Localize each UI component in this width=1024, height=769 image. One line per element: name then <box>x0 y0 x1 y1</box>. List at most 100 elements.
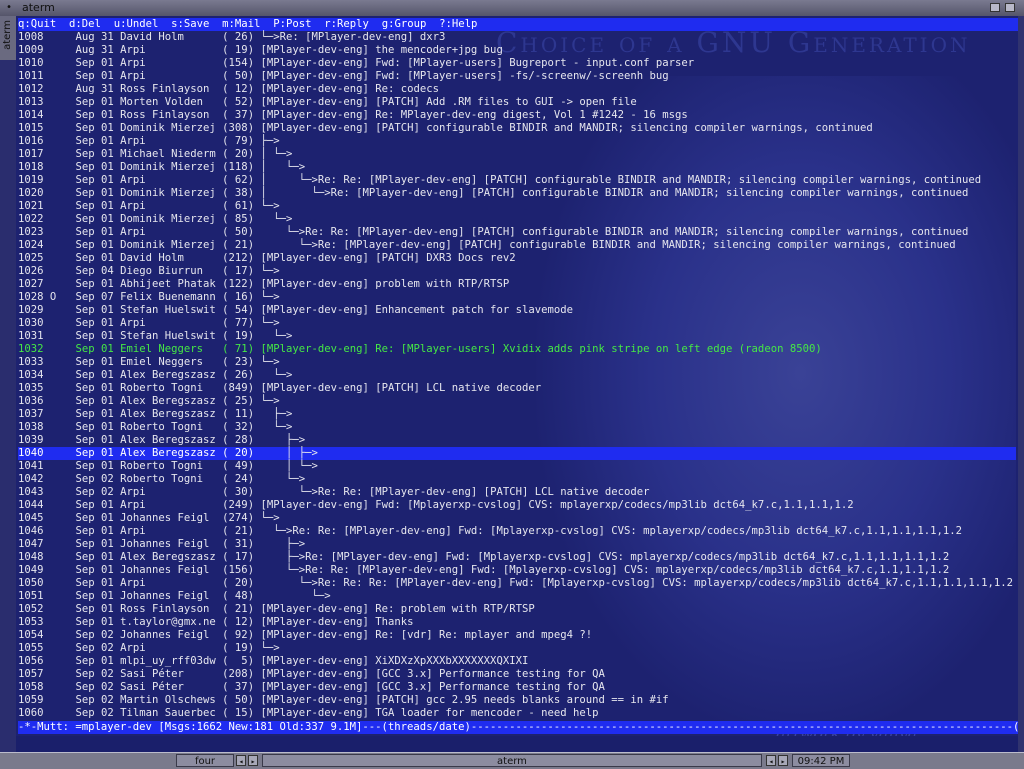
desktop-pager[interactable]: four <box>176 754 234 767</box>
message-row[interactable]: 1054 Sep 02 Johannes Feigl ( 92) [MPlaye… <box>18 629 1016 642</box>
message-row[interactable]: 1029 Sep 01 Stefan Huelswit ( 54) [MPlay… <box>18 304 1016 317</box>
message-date: Sep 01 <box>75 369 114 381</box>
message-date: Sep 04 <box>75 265 114 277</box>
message-number: 1034 <box>18 369 44 381</box>
message-row[interactable]: 1043 Sep 02 Arpi ( 30) └─>Re: Re: [MPlay… <box>18 486 1016 499</box>
terminal[interactable]: Choice of a GNU Generation artwork by va… <box>16 16 1018 736</box>
message-row[interactable]: 1024 Sep 01 Dominik Mierzej ( 21) └─>Re:… <box>18 239 1016 252</box>
message-row[interactable]: 1031 Sep 01 Stefan Huelswit ( 19) └─> <box>18 330 1016 343</box>
message-row[interactable]: 1025 Sep 01 David Holm (212) [MPlayer-de… <box>18 252 1016 265</box>
minimize-button[interactable] <box>990 3 1000 12</box>
message-author: Roberto Togni <box>120 382 216 394</box>
message-date: Sep 01 <box>75 434 114 446</box>
window-side-tab[interactable]: aterm <box>0 16 17 60</box>
message-size: 54 <box>228 304 248 316</box>
message-subject: [MPlayer-dev-eng] [PATCH] configurable B… <box>260 122 873 134</box>
message-row[interactable]: 1010 Sep 01 Arpi (154) [MPlayer-dev-eng]… <box>18 57 1016 70</box>
message-row[interactable]: 1041 Sep 01 Roberto Togni ( 49) │ └─> <box>18 460 1016 473</box>
message-row[interactable]: 1051 Sep 01 Johannes Feigl ( 48) └─> <box>18 590 1016 603</box>
message-row[interactable]: 1013 Sep 01 Morten Volden ( 52) [MPlayer… <box>18 96 1016 109</box>
message-row[interactable]: 1028 O Sep 07 Felix Buenemann ( 16) └─> <box>18 291 1016 304</box>
message-row[interactable]: 1030 Sep 01 Arpi ( 77) └─> <box>18 317 1016 330</box>
message-date: Sep 01 <box>75 408 114 420</box>
message-row[interactable]: 1020 Sep 01 Dominik Mierzej ( 38) │ └─>R… <box>18 187 1016 200</box>
message-row[interactable]: 1040 Sep 01 Alex Beregszasz ( 20) │ ├─> <box>18 447 1016 460</box>
task-button-aterm[interactable]: aterm <box>262 754 762 767</box>
window-menu-icon[interactable]: • <box>6 2 12 13</box>
message-size: 92 <box>228 629 248 641</box>
terminal-scrollbar[interactable] <box>1018 16 1024 752</box>
message-number: 1052 <box>18 603 44 615</box>
message-row[interactable]: 1034 Sep 01 Alex Beregszasz ( 26) └─> <box>18 369 1016 382</box>
message-author: Stefan Huelswit <box>120 304 216 316</box>
message-row[interactable]: 1060 Sep 02 Tilman Sauerbec ( 15) [MPlay… <box>18 707 1016 720</box>
message-row[interactable]: 1027 Sep 01 Abhijeet Phatak (122) [MPlay… <box>18 278 1016 291</box>
message-row[interactable]: 1008 Aug 31 David Holm ( 26) └─>Re: [MPl… <box>18 31 1016 44</box>
message-row[interactable]: 1015 Sep 01 Dominik Mierzej (308) [MPlay… <box>18 122 1016 135</box>
message-row[interactable]: 1048 Sep 01 Alex Beregszasz ( 17) ├─>Re:… <box>18 551 1016 564</box>
message-subject: Re: Re: [MPlayer-dev-eng] [PATCH] config… <box>317 174 982 186</box>
message-date: Sep 01 <box>75 655 114 667</box>
help-key-2: d:Del <box>69 18 101 30</box>
message-row[interactable]: 1044 Sep 01 Arpi (249) [MPlayer-dev-eng]… <box>18 499 1016 512</box>
pager-next-arrow[interactable]: ▸ <box>248 755 258 766</box>
thread-tree: └─> <box>260 291 280 303</box>
message-row[interactable]: 1047 Sep 01 Johannes Feigl ( 31) ├─> <box>18 538 1016 551</box>
message-row[interactable]: 1036 Sep 01 Alex Beregszasz ( 25) └─> <box>18 395 1016 408</box>
message-size: 19 <box>228 44 248 56</box>
message-row[interactable]: 1009 Aug 31 Arpi ( 19) [MPlayer-dev-eng]… <box>18 44 1016 57</box>
message-row[interactable]: 1022 Sep 01 Dominik Mierzej ( 85) └─> <box>18 213 1016 226</box>
window-titlebar[interactable]: • aterm <box>0 0 1024 17</box>
message-row[interactable]: 1017 Sep 01 Michael Niederm ( 20) │ └─> <box>18 148 1016 161</box>
message-row[interactable]: 1019 Sep 01 Arpi ( 62) │ └─>Re: Re: [MPl… <box>18 174 1016 187</box>
pager-prev-arrow[interactable]: ◂ <box>236 755 246 766</box>
message-row[interactable]: 1033 Sep 01 Emiel Neggers ( 23) └─> <box>18 356 1016 369</box>
message-row[interactable]: 1032 Sep 01 Emiel Neggers ( 71) [MPlayer… <box>18 343 1016 356</box>
message-row[interactable]: 1053 Sep 01 t.taylor@gmx.ne ( 12) [MPlay… <box>18 616 1016 629</box>
message-row[interactable]: 1035 Sep 01 Roberto Togni (849) [MPlayer… <box>18 382 1016 395</box>
message-row[interactable]: 1012 Aug 31 Ross Finlayson ( 12) [MPlaye… <box>18 83 1016 96</box>
message-row[interactable]: 1059 Sep 02 Martin Olschews ( 50) [MPlay… <box>18 694 1016 707</box>
message-size: 154 <box>228 57 248 69</box>
message-row[interactable]: 1039 Sep 01 Alex Beregszasz ( 28) ├─> <box>18 434 1016 447</box>
message-row[interactable]: 1037 Sep 01 Alex Beregszasz ( 11) ├─> <box>18 408 1016 421</box>
task-prev-arrow[interactable]: ◂ <box>766 755 776 766</box>
message-row[interactable]: 1016 Sep 01 Arpi ( 79) ├─> <box>18 135 1016 148</box>
message-row[interactable]: 1038 Sep 01 Roberto Togni ( 32) └─> <box>18 421 1016 434</box>
message-row[interactable]: 1026 Sep 04 Diego Biurrun ( 17) └─> <box>18 265 1016 278</box>
message-row[interactable]: 1042 Sep 02 Roberto Togni ( 24) └─> <box>18 473 1016 486</box>
message-row[interactable]: 1057 Sep 02 Sasi Péter (208) [MPlayer-de… <box>18 668 1016 681</box>
message-number: 1047 <box>18 538 44 550</box>
message-number: 1011 <box>18 70 44 82</box>
message-row[interactable]: 1055 Sep 02 Arpi ( 19) └─> <box>18 642 1016 655</box>
message-size: 849 <box>228 382 248 394</box>
message-size: 31 <box>228 538 248 550</box>
message-author: t.taylor@gmx.ne <box>120 616 216 628</box>
message-row[interactable]: 1056 Sep 01 mlpi_uy_rff03dw ( 5) [MPlaye… <box>18 655 1016 668</box>
message-row[interactable]: 1011 Sep 01 Arpi ( 50) [MPlayer-dev-eng]… <box>18 70 1016 83</box>
message-row[interactable]: 1049 Sep 01 Johannes Feigl (156) └─>Re: … <box>18 564 1016 577</box>
message-row[interactable]: 1021 Sep 01 Arpi ( 61) └─> <box>18 200 1016 213</box>
message-date: Sep 01 <box>75 421 114 433</box>
message-subject: [MPlayer-dev-eng] Re: [vdr] Re: mplayer … <box>260 629 593 641</box>
message-row[interactable]: 1058 Sep 02 Sasi Péter ( 37) [MPlayer-de… <box>18 681 1016 694</box>
message-row[interactable]: 1052 Sep 01 Ross Finlayson ( 21) [MPlaye… <box>18 603 1016 616</box>
message-date: Sep 07 <box>75 291 114 303</box>
message-author: Alex Beregszasz <box>120 369 216 381</box>
message-row[interactable]: 1014 Sep 01 Ross Finlayson ( 37) [MPlaye… <box>18 109 1016 122</box>
message-author: Johannes Feigl <box>120 590 216 602</box>
message-row[interactable]: 1018 Sep 01 Dominik Mierzej (118) │ └─> <box>18 161 1016 174</box>
task-next-arrow[interactable]: ▸ <box>778 755 788 766</box>
close-button[interactable] <box>1005 3 1015 12</box>
message-row[interactable]: 1045 Sep 01 Johannes Feigl (274) └─> <box>18 512 1016 525</box>
message-author: Morten Volden <box>120 96 216 108</box>
message-row[interactable]: 1050 Sep 01 Arpi ( 20) └─>Re: Re: Re: [M… <box>18 577 1016 590</box>
message-flag <box>50 382 56 394</box>
thread-tree: │ └─> <box>260 174 318 186</box>
message-row[interactable]: 1023 Sep 01 Arpi ( 50) └─>Re: Re: [MPlay… <box>18 226 1016 239</box>
message-size: 21 <box>228 603 248 615</box>
message-row[interactable]: 1046 Sep 01 Arpi ( 21) └─>Re: Re: [MPlay… <box>18 525 1016 538</box>
message-date: Sep 01 <box>75 135 114 147</box>
message-author: David Holm <box>120 252 216 264</box>
message-flag <box>50 148 56 160</box>
